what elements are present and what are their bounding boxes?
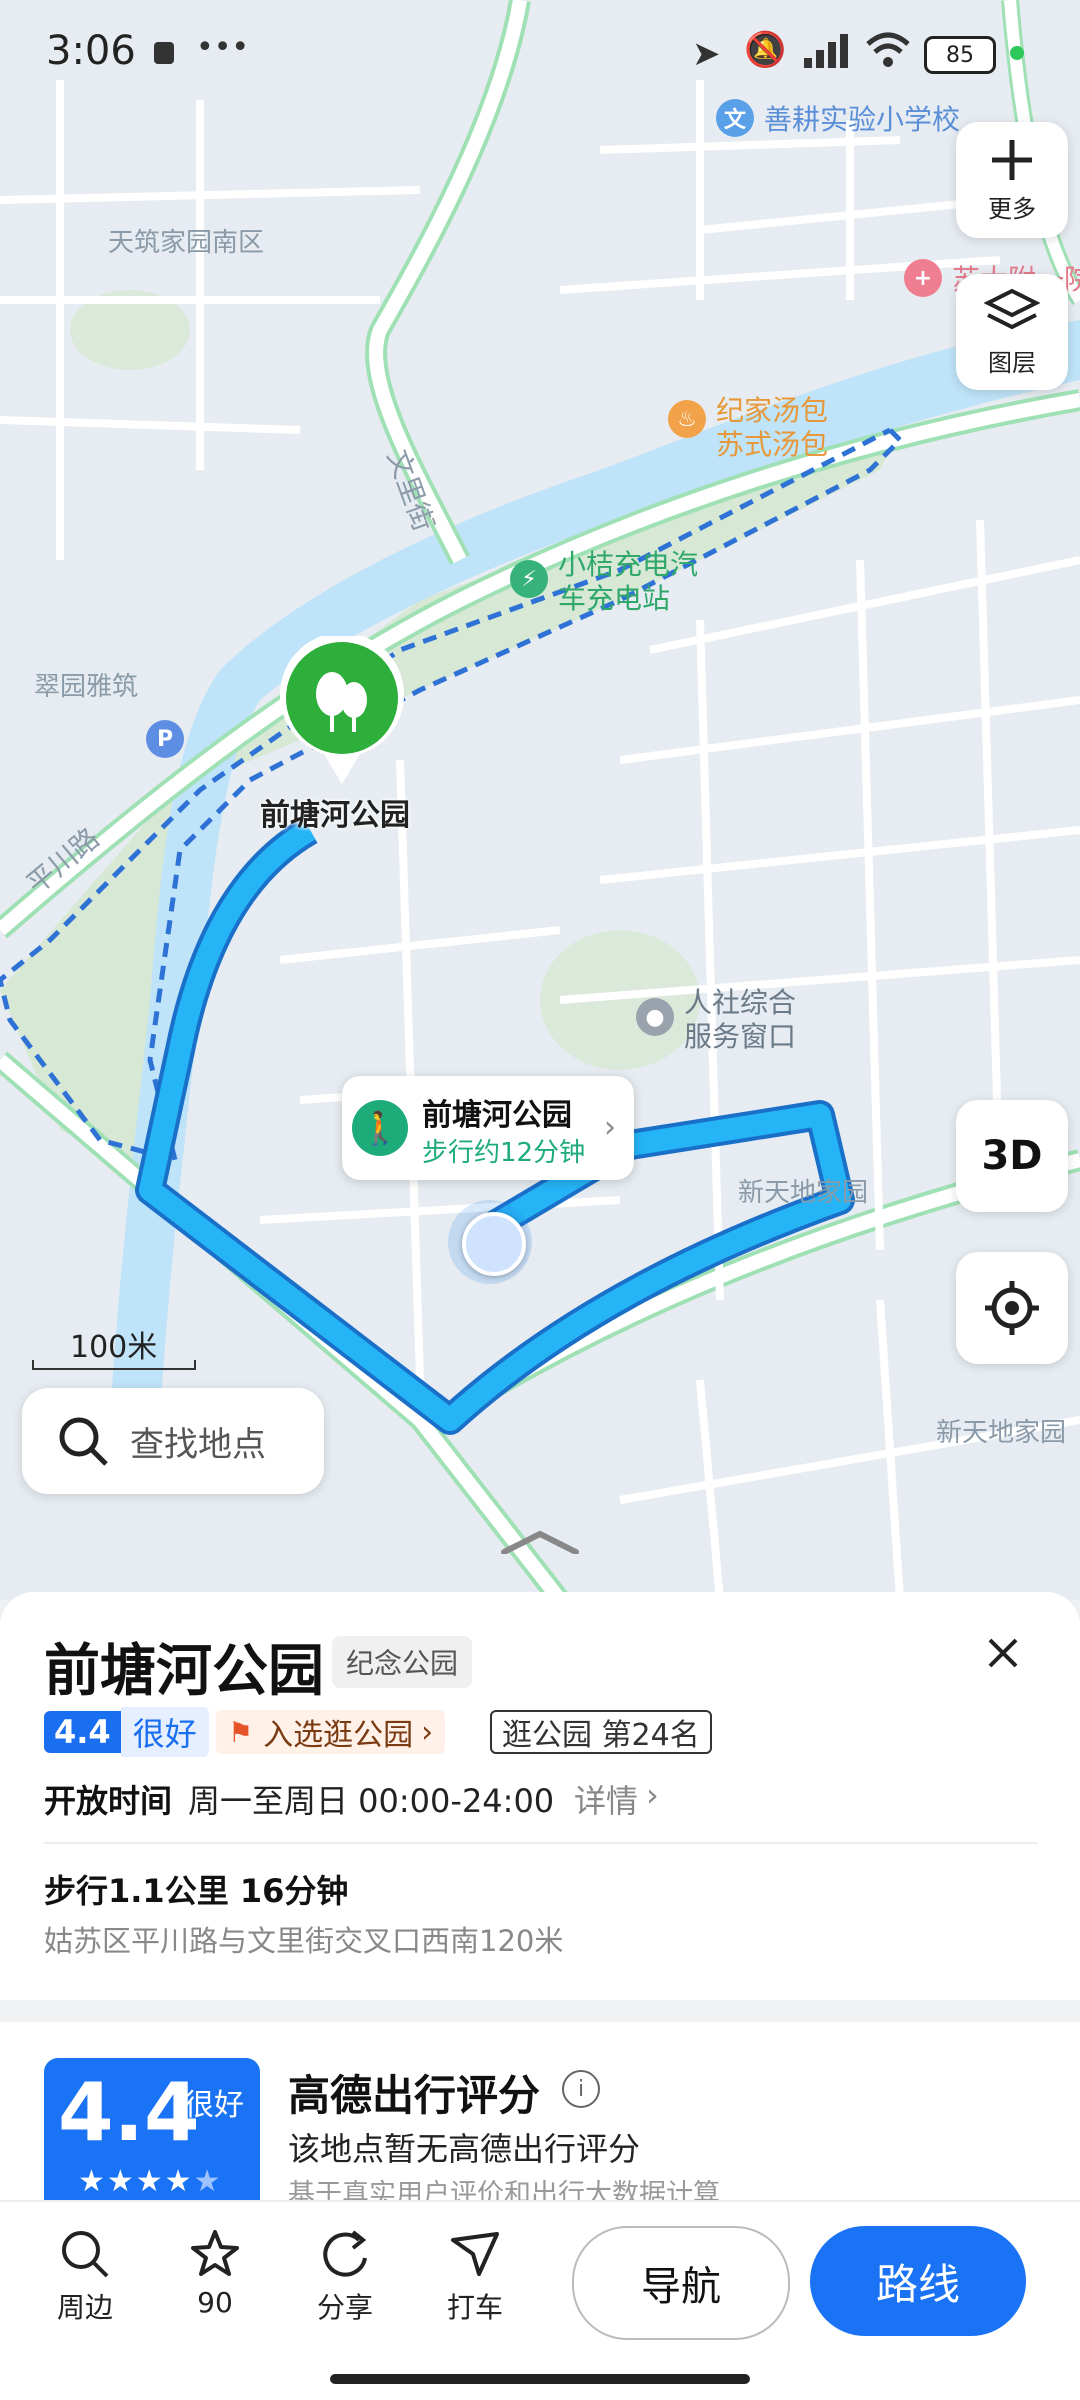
- route-button[interactable]: 路线: [810, 2226, 1026, 2336]
- park-marker[interactable]: [276, 636, 408, 786]
- signal-icon: [802, 30, 854, 70]
- rank-badge[interactable]: 逛公园 第24名: [490, 1710, 712, 1754]
- place-title: 前塘河公园: [44, 1639, 324, 1704]
- rating-card-number: 4.4: [58, 2066, 200, 2159]
- plus-icon: [992, 139, 1032, 180]
- rating-badge[interactable]: 4.4 很好: [44, 1707, 209, 1757]
- flag-icon: ⚑: [228, 1715, 254, 1749]
- locate-icon: [985, 1281, 1039, 1335]
- status-bar: 3:06 ••• ➤ 🔕 85: [0, 0, 1080, 110]
- rating-card-score: 4.4 很好 ★★★★★: [44, 2058, 260, 2218]
- category-tag: 纪念公园: [332, 1636, 473, 1688]
- section-gap: [0, 2000, 1080, 2022]
- layers-button[interactable]: 图层: [956, 274, 1068, 390]
- label-compound: 天筑家园南区: [108, 228, 265, 258]
- hours-detail-link[interactable]: 详情 ›: [574, 1776, 659, 1822]
- rating-card-desc: 该地点暂无高德出行评分: [288, 2130, 641, 2168]
- info-icon[interactable]: i: [562, 2070, 600, 2108]
- search-placeholder: 查找地点: [130, 1424, 266, 1465]
- search-icon: [59, 1417, 108, 1466]
- status-time: 3:06: [46, 28, 136, 74]
- address: 姑苏区平川路与文里街交叉口西南120米: [44, 1924, 564, 1958]
- share-icon: [323, 2230, 367, 2277]
- restaurant-icon: ♨: [668, 400, 706, 438]
- charging-icon: ⚡: [510, 560, 548, 598]
- favorite-button[interactable]: 90: [170, 2228, 260, 2319]
- location-arrow-icon: ➤: [692, 34, 721, 74]
- poi-restaurant[interactable]: ♨ 纪家汤包苏式汤包: [668, 394, 846, 462]
- home-indicator: [330, 2374, 750, 2384]
- label-xintiandi: 新天地家园: [738, 1178, 869, 1208]
- zoom-more-button[interactable]: 更多: [956, 122, 1068, 238]
- walking-icon: 🚶: [352, 1100, 408, 1156]
- star-rating-icon: ★★★★★: [78, 2164, 223, 2199]
- notification-icon: [154, 42, 174, 64]
- map-view[interactable]: 天筑家园南区 翠园雅筑 平川路 文里街 新天地家园 新天地家园 文 善耕实验小学…: [0, 0, 1080, 1600]
- wifi-icon: [864, 30, 912, 70]
- taxi-icon: [451, 2232, 499, 2276]
- chevron-up-icon[interactable]: [500, 1530, 580, 1554]
- share-button[interactable]: 分享: [300, 2228, 390, 2326]
- walk-bubble-title: 前塘河公园: [422, 1098, 572, 1133]
- award-text: 入选逛公园: [263, 1718, 414, 1753]
- chevron-right-icon: ›: [646, 1776, 659, 1814]
- poi-parking[interactable]: P: [146, 720, 184, 758]
- poi-renshe[interactable]: ● 人社综合服务窗口: [636, 986, 814, 1054]
- search-icon: [62, 2231, 109, 2278]
- avatar: [462, 1212, 526, 1276]
- rating-score: 4.4: [44, 1711, 121, 1753]
- divider: [44, 1842, 1038, 1844]
- hours-value: 周一至周日 00:00-24:00: [188, 1782, 555, 1820]
- navigate-button[interactable]: 导航: [572, 2226, 790, 2340]
- locate-button[interactable]: [956, 1252, 1068, 1364]
- star-icon: [191, 2230, 239, 2276]
- poi-charging[interactable]: ⚡ 小桔充电汽车充电站: [510, 548, 718, 616]
- taxi-button[interactable]: 打车: [430, 2228, 520, 2326]
- rating-card-title: 高德出行评分: [288, 2071, 541, 2120]
- green-dot-icon: [1010, 46, 1024, 60]
- service-icon: ●: [636, 998, 674, 1036]
- nearby-button[interactable]: 周边: [40, 2228, 130, 2326]
- chevron-right-icon: ›: [604, 1110, 616, 1145]
- label-cuiyuan: 翠园雅筑: [34, 672, 139, 702]
- walk-time-bubble[interactable]: 🚶 前塘河公园 步行约12分钟 ›: [342, 1076, 634, 1180]
- layers-icon: [984, 288, 1040, 329]
- hours-label: 开放时间: [44, 1782, 173, 1820]
- 3d-button[interactable]: 3D: [956, 1100, 1068, 1212]
- map-scale-bar: [32, 1360, 196, 1370]
- user-location: [448, 1200, 532, 1284]
- mute-icon: 🔕: [744, 30, 787, 70]
- parking-icon: P: [146, 720, 184, 758]
- hospital-icon: +: [904, 259, 942, 297]
- chevron-right-icon: ›: [421, 1714, 434, 1750]
- award-badge[interactable]: ⚑ 入选逛公园 ›: [216, 1710, 446, 1754]
- tree-pin-icon: [280, 636, 404, 784]
- park-marker-label: 前塘河公园: [260, 798, 410, 833]
- status-more: •••: [196, 30, 250, 65]
- search-box[interactable]: 查找地点: [22, 1388, 324, 1494]
- close-button[interactable]: [978, 1628, 1028, 1678]
- battery-indicator: 85: [924, 36, 996, 74]
- label-xintiandi-2: 新天地家园: [936, 1418, 1067, 1448]
- rating-card-word: 很好: [184, 2088, 244, 2123]
- walk-bubble-sub: 步行约12分钟: [422, 1138, 586, 1168]
- walk-summary: 步行1.1公里 16分钟: [44, 1872, 349, 1910]
- rating-word: 很好: [120, 1707, 209, 1757]
- close-icon: [988, 1638, 1018, 1668]
